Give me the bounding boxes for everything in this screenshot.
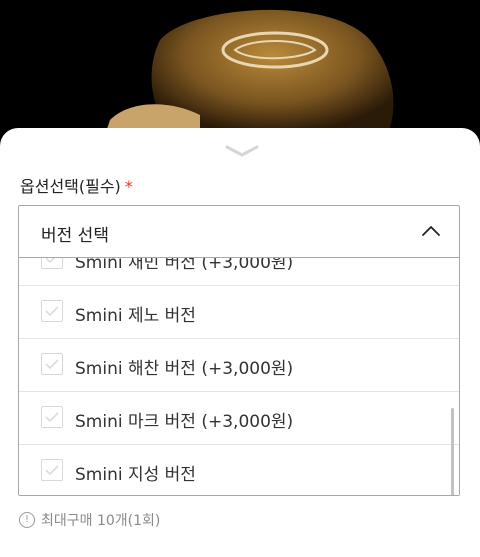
option-checkbox[interactable] [41,300,63,322]
check-icon [45,359,59,370]
option-item-jeno[interactable]: Smini 제노 버전 [19,286,459,339]
check-icon [45,412,59,423]
option-label: Smini 재민 버전 (+3,000원) [75,258,294,273]
check-icon [45,465,59,476]
purchase-limit-text: 최대구매 10개(1회) [41,513,161,529]
options-scrollbar[interactable] [451,408,454,495]
option-item-mark[interactable]: Smini 마크 버전 (+3,000원) [19,392,459,445]
option-label: Smini 마크 버전 (+3,000원) [75,412,294,432]
version-select-dropdown: 버전 선택 Smini 재민 버전 (+3,000원) Smini 제노 버전 [18,205,460,496]
option-bottom-sheet: 옵션선택(필수) * 버전 선택 Smini 재민 버전 (+3,000원) S… [0,128,480,557]
check-icon [45,258,56,264]
purchase-limit-notice: ! 최대구매 10개(1회) [19,510,160,530]
chevron-up-icon [422,226,440,236]
option-label: Smini 지성 버전 [75,465,196,485]
option-checkbox[interactable] [41,406,63,428]
version-options-list[interactable]: Smini 재민 버전 (+3,000원) Smini 제노 버전 Smini … [19,258,459,495]
option-item-haechan[interactable]: Smini 해찬 버전 (+3,000원) [19,339,459,392]
sheet-collapse-handle-icon[interactable] [225,144,259,158]
option-checkbox[interactable] [41,459,63,481]
required-mark: * [124,177,133,196]
option-label: Smini 제노 버전 [75,306,196,326]
option-section-title-text: 옵션선택(필수) [20,177,121,196]
version-select-label: 버전 선택 [41,226,109,246]
option-checkbox[interactable] [41,258,63,269]
version-select-header[interactable]: 버전 선택 [19,206,459,258]
option-section-title: 옵션선택(필수) * [20,173,133,197]
option-item-jisung[interactable]: Smini 지성 버전 [19,445,459,495]
check-icon [45,306,59,317]
info-icon: ! [19,512,35,528]
option-checkbox[interactable] [41,353,63,375]
option-item-jaemin[interactable]: Smini 재민 버전 (+3,000원) [19,258,459,286]
option-label: Smini 해찬 버전 (+3,000원) [75,359,294,379]
